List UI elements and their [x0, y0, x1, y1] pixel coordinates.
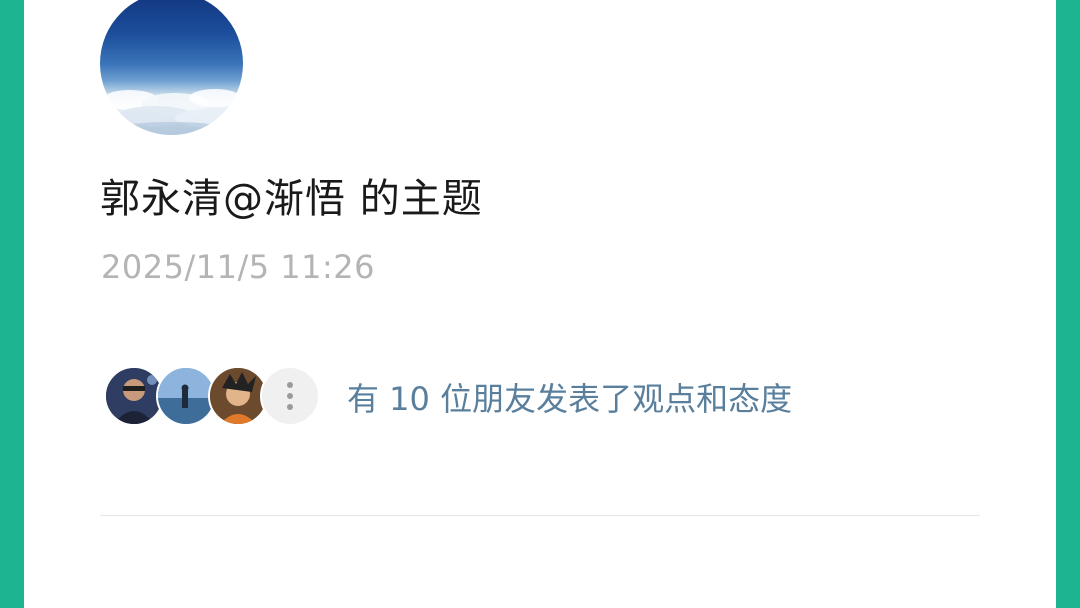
author-avatar[interactable]	[100, 0, 243, 135]
reactions-summary[interactable]: 有 10 位朋友发表了观点和态度	[347, 374, 792, 420]
friend-avatar[interactable]	[104, 366, 164, 426]
divider	[100, 515, 980, 516]
friend-avatar[interactable]	[156, 366, 216, 426]
post-title: 郭永清@渐悟 的主题	[100, 176, 483, 222]
friend-avatar[interactable]	[208, 366, 268, 426]
post-timestamp: 2025/11/5 11:26	[101, 248, 375, 286]
reactions-row[interactable]: 有 10 位朋友发表了观点和态度	[104, 366, 864, 426]
more-icon[interactable]	[260, 366, 320, 426]
post-card: 郭永清@渐悟 的主题 2025/11/5 11:26 有 10 位朋友发表了观点…	[24, 0, 1056, 608]
